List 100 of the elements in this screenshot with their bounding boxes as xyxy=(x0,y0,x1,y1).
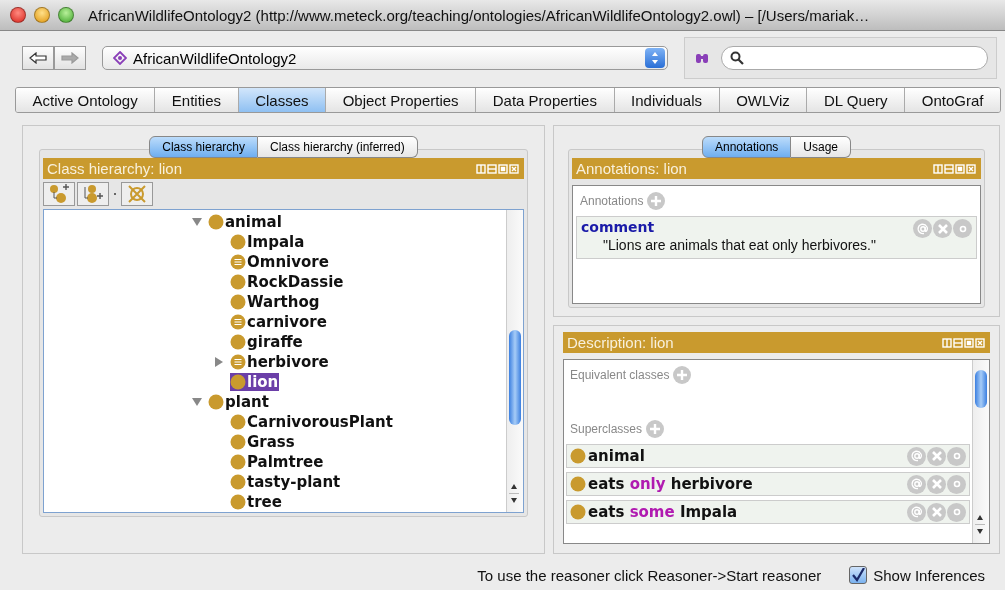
class-icon xyxy=(570,476,586,492)
status-message: To use the reasoner click Reasoner->Start reasoner xyxy=(477,566,822,584)
disclosure-triangle-icon[interactable] xyxy=(214,356,224,368)
class-expression: eats only herbivore xyxy=(588,475,754,493)
tree-item[interactable]: Omnivore xyxy=(230,253,330,271)
annotate-button[interactable] xyxy=(913,219,932,238)
annotation-value: "Lions are animals that eat only herbivores." xyxy=(602,236,876,255)
tree-item[interactable]: giraffe xyxy=(230,333,304,351)
annotate-button[interactable] xyxy=(907,446,926,466)
stepper-icon xyxy=(645,48,665,68)
tree-item[interactable]: carnivore xyxy=(230,313,328,331)
at-sign-icon xyxy=(910,478,923,490)
view-tab[interactable]: Class hierarchy xyxy=(149,136,258,158)
panel-controls-icon[interactable] xyxy=(942,337,986,348)
tab[interactable]: OWLViz xyxy=(719,88,808,112)
add-button[interactable] xyxy=(647,192,666,210)
section-label: Superclasses xyxy=(570,422,643,436)
tree-item[interactable]: Palmtree xyxy=(230,453,325,471)
section-label: Equivalent classes xyxy=(570,368,670,382)
tab[interactable]: Entities xyxy=(155,88,239,112)
checkmark-icon xyxy=(851,568,866,582)
close-button[interactable] xyxy=(10,7,26,23)
edit-button[interactable] xyxy=(947,502,966,522)
at-sign-icon xyxy=(910,450,923,462)
delete-button[interactable] xyxy=(927,474,946,494)
view-tab[interactable]: Usage xyxy=(791,136,852,158)
add-sibling-button[interactable] xyxy=(77,182,109,206)
tree-item[interactable]: plant xyxy=(208,393,270,411)
tab[interactable]: Classes xyxy=(238,88,327,112)
annotation-row[interactable]: comment "Lions are animals that eat only herbivores." xyxy=(576,216,977,259)
at-sign-icon xyxy=(916,222,929,235)
window-title: AfricanWildlifeOntology2 (http://www.meteck.org/teaching/ontologies/AfricanWildlifeOntology2.owl) – [/Users/mariak… xyxy=(88,6,870,24)
binoculars-icon[interactable] xyxy=(695,52,709,64)
panel-controls-icon[interactable] xyxy=(933,163,977,174)
panel-controls-icon[interactable] xyxy=(476,163,520,174)
superclass-row[interactable]: eats only herbivore xyxy=(566,472,970,496)
panel-title: Description: lion xyxy=(567,334,674,351)
tree-item[interactable]: CarnivorousPlant xyxy=(230,413,394,431)
add-subclass-button[interactable] xyxy=(43,182,75,206)
tree-item[interactable]: tree xyxy=(230,493,283,511)
panel-title: Annotations: lion xyxy=(576,160,687,177)
tree-item[interactable]: Impala xyxy=(230,233,306,251)
plus-icon xyxy=(650,195,663,207)
add-button[interactable] xyxy=(646,420,665,438)
edit-button[interactable] xyxy=(947,446,966,466)
tab[interactable]: DL Query xyxy=(807,88,906,112)
view-tab[interactable]: Annotations xyxy=(701,136,792,158)
edit-button[interactable] xyxy=(947,474,966,494)
scrollbar-thumb[interactable] xyxy=(975,370,987,408)
plus-icon xyxy=(649,423,662,435)
delete-button[interactable] xyxy=(927,502,946,522)
annotation-property: comment xyxy=(581,219,656,235)
class-expression: eats some Impala xyxy=(588,503,739,521)
at-sign-icon xyxy=(910,506,923,518)
annotate-button[interactable] xyxy=(907,474,926,494)
superclass-row[interactable]: eats some Impala xyxy=(566,500,970,524)
zoom-button[interactable] xyxy=(58,7,74,23)
cross-icon xyxy=(930,450,943,462)
tree-item[interactable]: Grass xyxy=(230,433,296,451)
scrollbar-thumb[interactable] xyxy=(509,330,521,425)
tab[interactable]: Data Properties xyxy=(476,88,615,112)
tree-item[interactable]: animal xyxy=(208,213,283,231)
superclass-row[interactable]: animal xyxy=(566,444,970,468)
cross-icon xyxy=(930,506,943,518)
disclosure-triangle-icon[interactable] xyxy=(191,397,203,407)
tab[interactable]: OntoGraf xyxy=(905,88,1000,112)
search-icon xyxy=(730,51,744,65)
view-tab[interactable]: Class hierarchy (inferred) xyxy=(258,136,418,158)
show-inferences-checkbox[interactable] xyxy=(849,566,868,584)
ontology-dropdown[interactable]: AfricanWildlifeOntology2 xyxy=(102,46,668,70)
back-arrow-icon xyxy=(29,52,47,64)
delete-button[interactable] xyxy=(933,219,952,238)
annotate-button[interactable] xyxy=(907,502,926,522)
tab[interactable]: Object Properties xyxy=(326,88,477,112)
add-button[interactable] xyxy=(673,366,692,384)
tab[interactable]: Active Ontology xyxy=(16,88,156,112)
checkbox-label: Show Inferences xyxy=(873,566,985,584)
delete-button[interactable] xyxy=(927,446,946,466)
minimize-button[interactable] xyxy=(34,7,50,23)
class-expression: animal xyxy=(588,447,646,465)
class-icon xyxy=(570,504,586,520)
scrollbar[interactable] xyxy=(506,210,523,512)
edit-button[interactable] xyxy=(953,219,972,238)
forward-arrow-icon xyxy=(61,52,79,64)
class-icon xyxy=(570,448,586,464)
tree-item[interactable]: lion xyxy=(230,373,280,391)
tree-item[interactable]: herbivore xyxy=(230,353,330,371)
tree-item[interactable]: Warthog xyxy=(230,293,321,311)
delete-class-button[interactable] xyxy=(121,182,153,206)
toolbar-separator xyxy=(114,193,116,195)
plus-icon xyxy=(676,369,689,381)
tab[interactable]: Individuals xyxy=(614,88,720,112)
disclosure-triangle-icon[interactable] xyxy=(191,217,203,227)
search-field[interactable] xyxy=(721,46,988,70)
cross-icon xyxy=(936,222,949,235)
tree-item[interactable]: RockDassie xyxy=(230,273,345,291)
back-button[interactable] xyxy=(22,46,54,70)
scrollbar[interactable] xyxy=(972,360,989,543)
tree-item[interactable]: tasty-plant xyxy=(230,473,342,491)
ontology-icon xyxy=(113,51,127,65)
